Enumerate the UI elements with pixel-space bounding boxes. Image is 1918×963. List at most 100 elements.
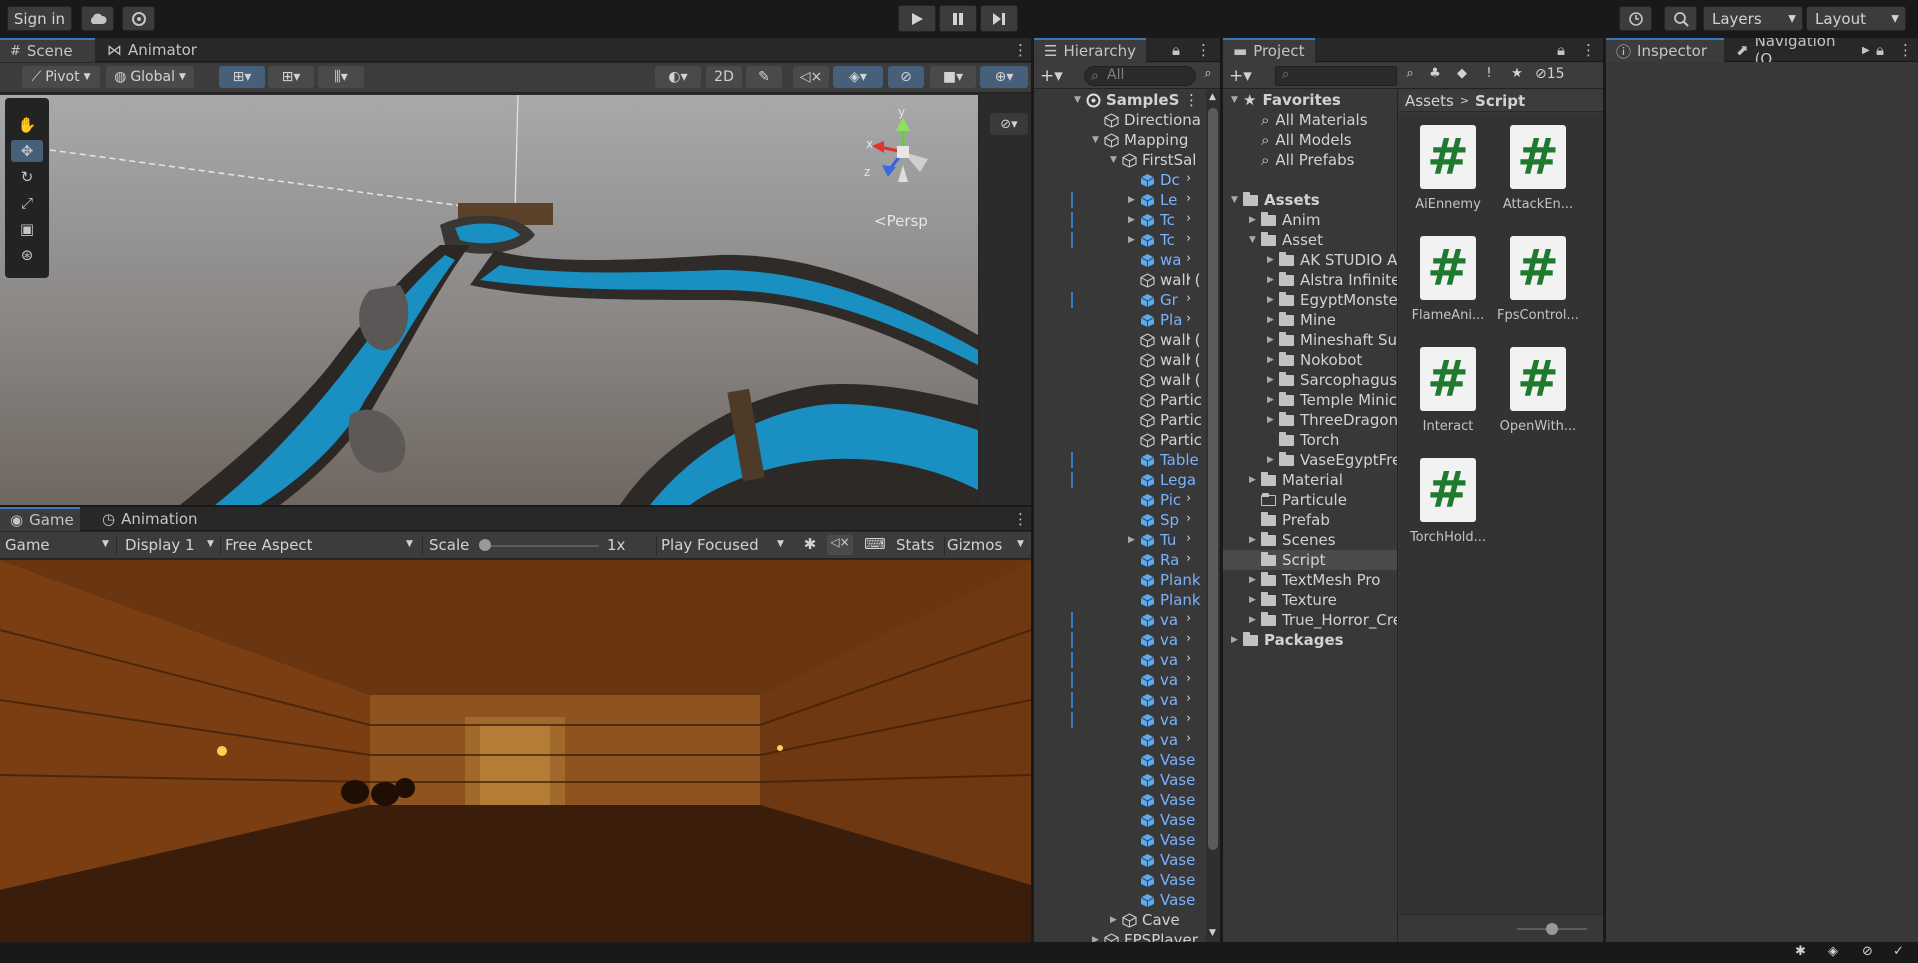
game-view-dropdown[interactable]: Game ▼ <box>5 536 110 556</box>
open-prefab-arrow-icon[interactable]: › <box>1186 691 1191 706</box>
search-button[interactable] <box>1664 6 1697 31</box>
project-tree-item[interactable]: ▶ Scenes <box>1223 530 1397 550</box>
play-focused-dropdown[interactable]: Play Focused ▼ <box>656 536 788 556</box>
create-asset-dropdown[interactable]: +▾ <box>1229 66 1259 86</box>
open-prefab-arrow-icon[interactable]: › <box>1186 291 1191 306</box>
project-tree-item[interactable]: ▶ Texture <box>1223 590 1397 610</box>
hierarchy-item[interactable]: ▶ Cave <box>1034 910 1206 930</box>
project-tree-item[interactable]: ▶ Nokobot <box>1223 350 1397 370</box>
open-prefab-arrow-icon[interactable]: › <box>1186 271 1191 286</box>
project-tree-item[interactable]: ▶ Mineshaft Su <box>1223 330 1397 350</box>
expand-right-icon[interactable]: ▶ <box>1267 395 1279 405</box>
tab-inspector[interactable]: ⓘ Inspector <box>1606 38 1724 62</box>
scroll-up-icon[interactable]: ▲ <box>1209 92 1216 102</box>
hierarchy-item[interactable]: wall (› <box>1034 370 1206 390</box>
eye-off-icon[interactable]: ⊘ <box>1862 944 1873 959</box>
history-button[interactable] <box>1619 6 1652 31</box>
rect-tool-button[interactable]: ▣ <box>11 218 43 240</box>
tab-game[interactable]: ◉ Game <box>0 507 80 531</box>
scene-viewport[interactable]: ✋ ✥ ↻ ⤢ ▣ ⊛ y x z <Persp <box>0 95 978 505</box>
open-prefab-arrow-icon[interactable]: › <box>1186 731 1191 746</box>
type-filter-button[interactable]: ♣ <box>1425 66 1445 86</box>
increment-snap-toggle[interactable]: ⫼▾ <box>318 66 364 88</box>
breadcrumb-script[interactable]: Script <box>1475 92 1525 110</box>
expand-right-icon[interactable]: ▶ <box>1249 215 1261 225</box>
project-tree-item[interactable]: ▶ Temple Minic <box>1223 390 1397 410</box>
hierarchy-item[interactable]: Vase <box>1034 830 1206 850</box>
expand-right-icon[interactable]: ▶ <box>1267 275 1279 285</box>
open-prefab-arrow-icon[interactable]: › <box>1186 371 1191 386</box>
project-tree-item[interactable]: ▶ ThreeDragon <box>1223 410 1397 430</box>
mute-audio-toggle[interactable]: ◁× <box>827 535 853 555</box>
lock-button[interactable]: 🔒︎ <box>1872 38 1894 62</box>
project-search-input[interactable]: ⌕ <box>1275 66 1397 86</box>
create-dropdown[interactable]: +▾ <box>1040 66 1070 86</box>
tab-animator[interactable]: ⋈ Animator <box>97 38 207 62</box>
pivot-dropdown[interactable]: ⟋ Pivot ▼ <box>22 66 100 88</box>
hierarchy-item[interactable]: wall (› <box>1034 330 1206 350</box>
project-tree-item[interactable]: ▶ TextMesh Pro <box>1223 570 1397 590</box>
gizmos-dropdown[interactable]: Gizmos ▼ <box>944 536 1028 556</box>
project-tree-item[interactable]: ⌕ All Materials <box>1223 110 1397 130</box>
hierarchy-item[interactable]: Vase <box>1034 870 1206 890</box>
expand-right-icon[interactable]: ▶ <box>1249 615 1261 625</box>
expand-right-icon[interactable]: ▶ <box>1267 375 1279 385</box>
expand-down-icon[interactable]: ▼ <box>1092 135 1104 145</box>
expand-right-icon[interactable]: ▶ <box>1249 475 1261 485</box>
audio-toggle[interactable]: ◁× <box>793 66 829 88</box>
expand-right-icon[interactable]: ▶ <box>1092 935 1104 942</box>
rotate-tool-button[interactable]: ↻ <box>11 166 43 188</box>
cloud-button[interactable] <box>81 6 114 31</box>
inspector-menu-button[interactable]: ⋮ <box>1894 38 1916 62</box>
layout-dropdown[interactable]: Layout ▼ <box>1806 6 1906 31</box>
hierarchy-item[interactable]: ▼ SampleS ⋮ <box>1034 90 1206 110</box>
hierarchy-item[interactable]: va › <box>1034 610 1206 630</box>
grid-visibility-toggle[interactable]: ⊞▾ <box>268 66 314 88</box>
hierarchy-item[interactable]: wall (› <box>1034 270 1206 290</box>
stats-button[interactable]: Stats <box>896 536 940 556</box>
project-tree-item[interactable]: Script <box>1223 550 1397 570</box>
hidden-count-toggle[interactable]: ⊘15 <box>1535 66 1595 86</box>
open-prefab-arrow-icon[interactable]: › <box>1186 511 1191 526</box>
project-tree-item[interactable]: ▶ VaseEgyptFre <box>1223 450 1397 470</box>
expand-down-icon[interactable]: ▼ <box>1231 95 1243 105</box>
project-tree-item[interactable]: ▶ Sarcophagus <box>1223 370 1397 390</box>
open-prefab-arrow-icon[interactable]: › <box>1186 311 1191 326</box>
draw-mode-dropdown[interactable]: ◐▾ <box>655 66 701 88</box>
hierarchy-item[interactable]: Gr › <box>1034 290 1206 310</box>
hierarchy-item[interactable]: va › <box>1034 710 1206 730</box>
expand-right-icon[interactable]: ▶ <box>1249 575 1261 585</box>
project-tree-item[interactable]: ▼ ★ Favorites <box>1223 90 1397 110</box>
hierarchy-menu-button[interactable]: ⋮ <box>1192 38 1214 62</box>
perspective-toggle[interactable]: <Persp <box>874 212 928 230</box>
play-button[interactable] <box>898 5 936 32</box>
project-tree-item[interactable]: ▶ Material <box>1223 470 1397 490</box>
hierarchy-item[interactable]: Vase <box>1034 750 1206 770</box>
hierarchy-item[interactable]: Vase <box>1034 770 1206 790</box>
aspect-dropdown[interactable]: Free Aspect ▼ <box>220 536 420 556</box>
tab-hierarchy[interactable]: ☰ Hierarchy <box>1034 38 1146 62</box>
log-filter-button[interactable]: ! <box>1479 66 1499 86</box>
label-filter-button[interactable]: ◆ <box>1452 66 1472 86</box>
tab-animation[interactable]: ◷ Animation <box>92 507 207 531</box>
open-prefab-arrow-icon[interactable]: › <box>1186 351 1191 366</box>
hierarchy-item[interactable]: Plank <box>1034 570 1206 590</box>
open-prefab-arrow-icon[interactable]: › <box>1186 191 1191 206</box>
scale-thumb[interactable] <box>479 539 491 551</box>
hierarchy-item[interactable]: ▶ Tc › <box>1034 230 1206 250</box>
keyboard-toggle[interactable]: ⌨ <box>862 535 888 555</box>
step-button[interactable] <box>980 5 1018 32</box>
hierarchy-item[interactable]: wa › <box>1034 250 1206 270</box>
lighting-toggle[interactable]: ✎ <box>746 66 782 88</box>
script-asset[interactable]: # FpsControl... <box>1493 236 1583 341</box>
open-prefab-arrow-icon[interactable]: › <box>1186 331 1191 346</box>
layers-dropdown[interactable]: Layers ▼ <box>1703 6 1803 31</box>
hierarchy-item[interactable]: Plank <box>1034 590 1206 610</box>
debug-off-icon[interactable]: ✱ <box>1795 944 1806 959</box>
script-asset[interactable]: # TorchHold... <box>1403 458 1493 563</box>
bug-toggle[interactable]: ✱ <box>797 535 823 555</box>
project-tree-item[interactable]: ▶ Mine <box>1223 310 1397 330</box>
scroll-down-icon[interactable]: ▼ <box>1209 928 1216 938</box>
checkmark-icon[interactable]: ✓ <box>1893 944 1904 959</box>
hierarchy-item[interactable]: Vase <box>1034 850 1206 870</box>
